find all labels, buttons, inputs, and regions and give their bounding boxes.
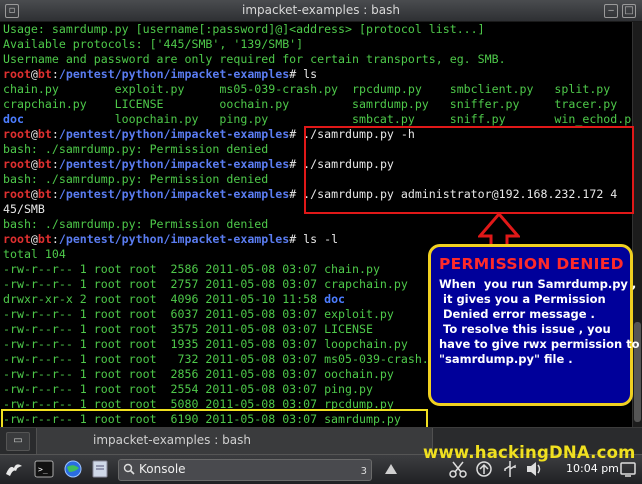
- annotation-body: When you run Samrdump.py , it gives you …: [439, 277, 640, 366]
- watermark: www.hackingDNA.com: [423, 443, 636, 462]
- terminal-text: # ls: [289, 67, 318, 81]
- terminal-text: -rw-r--r-- 1 root root 2757 2011-05-08 0…: [3, 277, 408, 291]
- terminal-text: -rw-r--r-- 1 root root 2586 2011-05-08 0…: [3, 262, 380, 276]
- show-desktop-icon[interactable]: [619, 460, 637, 478]
- terminal-text: bt: [37, 157, 52, 171]
- terminal-text: chain.py exploit.py ms05-039-crash.py rp…: [3, 82, 611, 96]
- terminal-text: root: [3, 232, 31, 246]
- terminal-scrollbar[interactable]: [632, 22, 642, 427]
- terminal-text: -rw-r--r-- 1 root root 732 2011-05-08 03…: [3, 352, 443, 366]
- terminal-text: @: [30, 127, 38, 141]
- terminal-text: bash: ./samrdump.py: Permission denied: [3, 142, 269, 156]
- terminal-line: -rw-r--r-- 1 root root 2586 2011-05-08 0…: [3, 262, 380, 277]
- terminal-text: :: [51, 187, 59, 201]
- scissors-icon[interactable]: [448, 460, 468, 478]
- terminal-line: Available protocols: ['445/SMB', '139/SM…: [3, 37, 303, 52]
- terminal-line: root@bt:/pentest/python/impacket-example…: [3, 232, 338, 247]
- terminal-text: -rw-r--r-- 1 root root 1935 2011-05-08 0…: [3, 337, 408, 351]
- annotation-title: PERMISSION DENIED: [439, 255, 624, 273]
- new-tab-icon[interactable]: ▭: [6, 432, 30, 451]
- minimize-icon[interactable]: ‒: [604, 4, 618, 18]
- terminal-line: root@bt:/pentest/python/impacket-example…: [3, 67, 317, 82]
- maximize-icon[interactable]: □: [622, 4, 636, 18]
- terminal-line: bash: ./samrdump.py: Permission denied: [3, 142, 268, 157]
- terminal-text: @: [30, 67, 38, 81]
- task-count: 3: [360, 466, 367, 477]
- terminal-text: bt: [37, 67, 52, 81]
- taskbar-clock[interactable]: 10:04 pm: [566, 462, 619, 475]
- terminal-text: :: [51, 67, 59, 81]
- tab-label: impacket-examples : bash: [93, 433, 251, 447]
- terminal-line: Usage: samrdump.py [username[:password]@…: [3, 22, 485, 37]
- terminal-line: -rw-r--r-- 1 root root 1935 2011-05-08 0…: [3, 337, 408, 352]
- terminal-text: /pentest/python/impacket-examples: [58, 157, 290, 171]
- terminal-line: Username and password are only required …: [3, 52, 506, 67]
- terminal-line: -rw-r--r-- 1 root root 3575 2011-05-08 0…: [3, 322, 373, 337]
- terminal-line: doc loopchain.py ping.py smbcat.py sniff…: [3, 112, 632, 127]
- kde-menu-icon[interactable]: [4, 460, 24, 478]
- volume-icon[interactable]: [525, 460, 545, 478]
- usb-icon[interactable]: [500, 460, 520, 478]
- terminal-text: bash: ./samrdump.py: Permission denied: [3, 217, 269, 231]
- terminal-text: crapchain.py LICENSE oochain.py samrdump…: [3, 97, 618, 111]
- expand-arrow-icon[interactable]: [383, 462, 399, 476]
- network-icon[interactable]: [474, 460, 494, 478]
- terminal-text: bash: ./samrdump.py: Permission denied: [3, 172, 269, 186]
- svg-text:>_: >_: [38, 465, 48, 474]
- browser-globe-icon[interactable]: [63, 460, 83, 478]
- terminal-text: /pentest/python/impacket-examples: [58, 232, 290, 246]
- terminal-text: bt: [37, 127, 52, 141]
- terminal-text: /pentest/python/impacket-examples: [58, 67, 290, 81]
- terminal-text: bt: [37, 187, 52, 201]
- terminal-text: doc: [3, 112, 24, 126]
- terminal-text: :: [51, 157, 59, 171]
- terminal-text: :: [51, 232, 59, 246]
- terminal-text: /pentest/python/impacket-examples: [58, 187, 290, 201]
- terminal-text: -rw-r--r-- 1 root root 6037 2011-05-08 0…: [3, 307, 394, 321]
- terminal-text: 45/SMB: [3, 202, 45, 216]
- terminal-text: -rw-r--r-- 1 root root 2554 2011-05-08 0…: [3, 382, 373, 396]
- terminal-text: root: [3, 187, 31, 201]
- terminal-line: chain.py exploit.py ms05-039-crash.py rp…: [3, 82, 610, 97]
- konsole-taskbar-button[interactable]: Konsole 3: [118, 459, 372, 481]
- terminal-line: -rw-r--r-- 1 root root 2554 2011-05-08 0…: [3, 382, 373, 397]
- terminal-text: Usage: samrdump.py [username[:password]@…: [3, 22, 485, 36]
- terminal-text: bt: [37, 232, 52, 246]
- terminal-text: :: [51, 127, 59, 141]
- window-title: impacket-examples : bash: [242, 3, 400, 17]
- terminal-text: -rw-r--r-- 1 root root 2856 2011-05-08 0…: [3, 367, 394, 381]
- terminal-line: -rw-r--r-- 1 root root 6037 2011-05-08 0…: [3, 307, 394, 322]
- terminal-text: @: [30, 232, 38, 246]
- error-highlight-box: [304, 126, 634, 214]
- terminal-text: root: [3, 127, 31, 141]
- annotation-note: PERMISSION DENIED When you run Samrdump.…: [428, 244, 640, 406]
- terminal-text: doc: [324, 292, 346, 306]
- terminal-line: 45/SMB: [3, 202, 45, 217]
- terminal-text: loopchain.py ping.py smbcat.py sniff.py …: [23, 112, 632, 126]
- terminal-text: /pentest/python/impacket-examples: [58, 127, 290, 141]
- terminal-text: drwxr-xr-x 2 root root 4096 2011-05-10 1…: [3, 292, 325, 306]
- terminal-line: total 104: [3, 247, 66, 262]
- terminal-text: root: [3, 67, 31, 81]
- search-icon: [123, 463, 135, 475]
- terminal-text: Username and password are only required …: [3, 52, 506, 66]
- terminal-text: total 104: [3, 247, 66, 261]
- terminal-line: crapchain.py LICENSE oochain.py samrdump…: [3, 97, 617, 112]
- terminal-line: -rw-r--r-- 1 root root 2856 2011-05-08 0…: [3, 367, 394, 382]
- terminal-text: @: [30, 157, 38, 171]
- terminal-line: -rw-r--r-- 1 root root 732 2011-05-08 03…: [3, 352, 443, 367]
- terminal-text: -rw-r--r-- 1 root root 3575 2011-05-08 0…: [3, 322, 373, 336]
- terminal-text: # ls -l: [289, 232, 339, 246]
- terminal-text: @: [30, 187, 38, 201]
- terminal-line: bash: ./samrdump.py: Permission denied: [3, 217, 268, 232]
- terminal-line: bash: ./samrdump.py: Permission denied: [3, 172, 268, 187]
- terminal-launcher-icon[interactable]: >_: [34, 460, 54, 478]
- terminal-text: root: [3, 157, 31, 171]
- task-label: Konsole: [139, 462, 186, 476]
- file-manager-icon[interactable]: [90, 460, 110, 478]
- terminal-line: -rw-r--r-- 1 root root 2757 2011-05-08 0…: [3, 277, 408, 292]
- terminal-text: Available protocols: ['445/SMB', '139/SM…: [3, 37, 304, 51]
- window-titlebar[interactable]: ▫ impacket-examples : bash ‒ □: [0, 0, 642, 22]
- terminal-line: drwxr-xr-x 2 root root 4096 2011-05-10 1…: [3, 292, 345, 307]
